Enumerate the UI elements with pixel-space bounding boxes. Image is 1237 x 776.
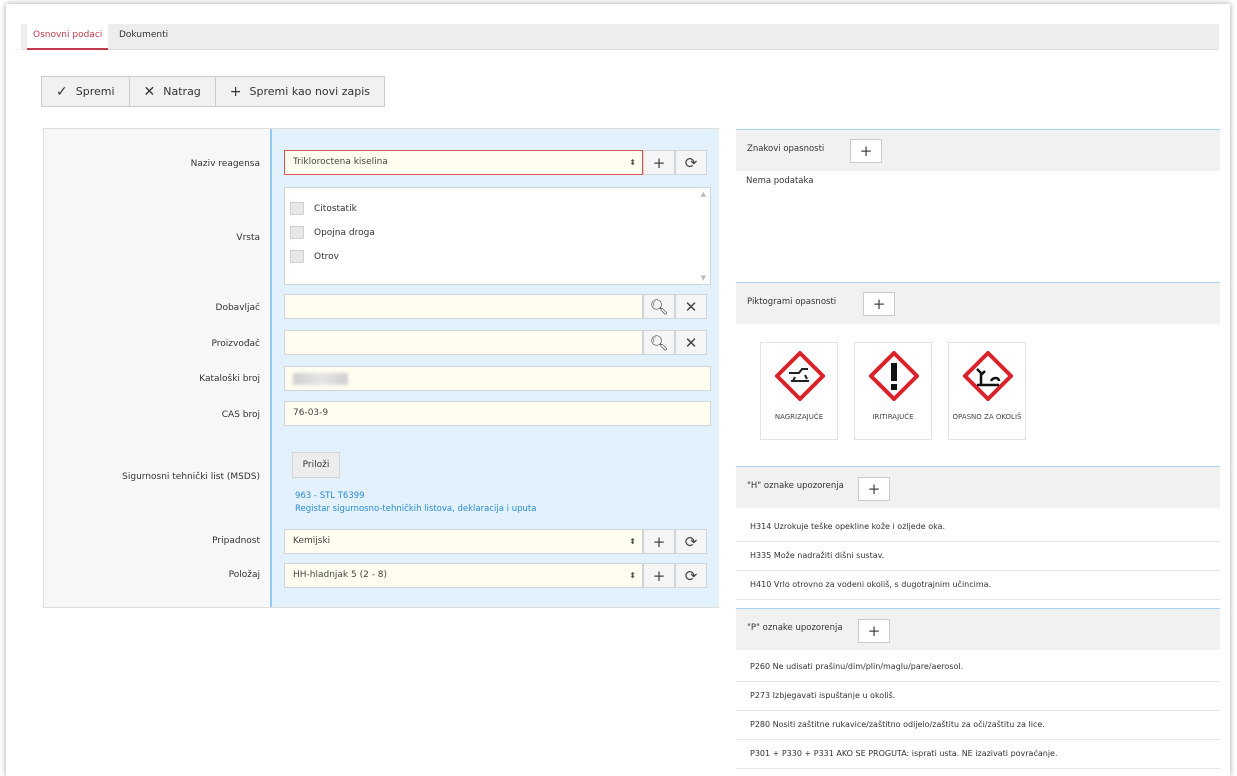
piktogrami-header: Piktogrami opasnosti + [736, 282, 1220, 324]
p-title: "P" oznake upozorenja [747, 623, 843, 633]
corrosive-icon [775, 351, 825, 401]
cas-input[interactable]: 76-03-9 [284, 401, 711, 426]
opojna-droga-label: Opojna droga [314, 228, 375, 238]
h-row: H335 Može nadražiti dišni sustav. [736, 542, 1220, 571]
back-label: Natrag [163, 85, 201, 98]
piktogrami-add-button[interactable]: + [863, 292, 895, 316]
pripadnost-select[interactable]: Kemijski ⬍ [284, 529, 643, 554]
proizvodac-label: Proizvođač [211, 339, 260, 349]
pictogram-label: OPASNO ZA OKOLIŠ [952, 413, 1022, 421]
znakovi-add-button[interactable]: + [850, 139, 882, 163]
search-icon: 🔍︎ [649, 297, 669, 316]
tab-dokumenti[interactable]: Dokumenti [113, 24, 174, 50]
p-row: P273 Izbjegavati ispuštanje u okoliš. [736, 682, 1220, 711]
p-add-button[interactable]: + [858, 619, 890, 643]
close-icon: ✕ [684, 297, 698, 316]
dobavljac-label: Dobavljač [215, 303, 260, 313]
proizvodac-search-button[interactable]: 🔍︎ [643, 330, 675, 355]
reagent-form-panel: Naziv reagensa Vrsta Dobavljač Proizvođa… [43, 128, 719, 608]
environment-icon [963, 351, 1013, 401]
plus-icon: + [229, 83, 242, 100]
naziv-select[interactable]: Trikloroctena kiselina ⬍ [284, 150, 643, 175]
pripadnost-value: Kemijski [293, 536, 331, 546]
znakovi-title: Znakovi opasnosti [747, 144, 825, 154]
dobavljac-search-button[interactable]: 🔍︎ [643, 294, 675, 319]
attach-button[interactable]: Priloži [292, 452, 340, 478]
scroll-down-icon[interactable]: ▼ [701, 274, 706, 282]
naziv-label: Naziv reagensa [190, 159, 260, 169]
naziv-refresh-button[interactable]: ⟳ [675, 150, 707, 175]
katalog-label: Kataloški broj [199, 374, 260, 384]
select-caret-icon: ⬍ [629, 537, 636, 546]
close-icon: ✕ [684, 333, 698, 352]
dobavljac-clear-button[interactable]: ✕ [675, 294, 707, 319]
back-button[interactable]: ✕ Natrag [130, 77, 216, 106]
msds-link[interactable]: 963 - STL T6399 [295, 491, 365, 501]
check-icon: ✓ [56, 83, 68, 100]
p-row: P301 + P330 + P331 AKO SE PROGUTA: ispra… [736, 740, 1220, 769]
h-title: "H" oznake upozorenja [747, 481, 844, 491]
dobavljac-input[interactable] [284, 294, 643, 319]
pictogram-environment: OPASNO ZA OKOLIŠ [948, 342, 1026, 440]
polozaj-add-button[interactable]: + [643, 563, 675, 588]
polozaj-refresh-button[interactable]: ⟳ [675, 563, 707, 588]
proizvodac-clear-button[interactable]: ✕ [675, 330, 707, 355]
pictogram-label: NAGRIZAJUĆE [774, 413, 824, 421]
save-button[interactable]: ✓ Spremi [42, 77, 130, 106]
exclamation-icon [869, 351, 919, 401]
proizvodac-input[interactable] [284, 330, 643, 355]
opojna-droga-checkbox[interactable] [290, 226, 304, 239]
select-caret-icon: ⬍ [629, 571, 636, 580]
pripadnost-add-button[interactable]: + [643, 529, 675, 554]
polozaj-label: Položaj [228, 570, 260, 580]
pripadnost-refresh-button[interactable]: ⟳ [675, 529, 707, 554]
redacted-value [293, 373, 348, 385]
h-header: "H" oznake upozorenja + [736, 466, 1220, 508]
pictogram-corrosive: NAGRIZAJUĆE [760, 342, 838, 440]
h-add-button[interactable]: + [858, 477, 890, 501]
toolbar: ✓ Spremi ✕ Natrag + Spremi kao novi zapis [41, 76, 386, 107]
katalog-input[interactable] [284, 366, 711, 391]
naziv-add-button[interactable]: + [643, 150, 675, 175]
znakovi-header: Znakovi opasnosti + [736, 129, 1220, 171]
h-row: H410 Vrlo otrovno za vodeni okoliš, s du… [736, 571, 1220, 600]
cas-label: CAS broj [221, 410, 260, 420]
citostatik-checkbox[interactable] [290, 202, 304, 215]
save-label: Spremi [75, 85, 115, 98]
polozaj-value: HH-hladnjak 5 (2 - 8) [293, 570, 388, 580]
cas-value: 76-03-9 [293, 408, 329, 418]
p-row: P280 Nositi zaštitne rukavice/zaštitno o… [736, 711, 1220, 740]
p-row: P260 Ne udisati prašinu/dim/plin/maglu/p… [736, 653, 1220, 682]
vrsta-label: Vrsta [236, 233, 260, 243]
form-fields: Trikloroctena kiselina ⬍ + ⟳ Citostatik O… [270, 129, 719, 607]
vrsta-listbox[interactable]: Citostatik Opojna droga Otrov ▲ ▼ [284, 187, 711, 285]
tab-osnovni-podaci[interactable]: Osnovni podaci [27, 24, 109, 50]
polozaj-select[interactable]: HH-hladnjak 5 (2 - 8) ⬍ [284, 563, 643, 588]
otrov-label: Otrov [314, 252, 339, 262]
h-row: H314 Uzrokuje teške opekline kože i ozlj… [736, 513, 1220, 542]
msds-label: Sigurnosni tehnički list (MSDS) [122, 472, 260, 482]
pripadnost-label: Pripadnost [212, 536, 260, 546]
search-icon: 🔍︎ [649, 333, 669, 352]
pictogram-irritant: IRITIRAJUĆE [854, 342, 932, 440]
citostatik-label: Citostatik [314, 204, 357, 214]
pictogram-label: IRITIRAJUĆE [872, 413, 914, 421]
p-header: "P" oznake upozorenja + [736, 608, 1220, 650]
no-data-text: Nema podataka [746, 176, 814, 186]
tab-bar: Osnovni podaci Dokumenti [21, 24, 1219, 50]
naziv-value: Trikloroctena kiselina [293, 157, 388, 167]
select-caret-icon: ⬍ [629, 158, 636, 167]
otrov-checkbox[interactable] [290, 250, 304, 263]
close-icon: ✕ [143, 83, 156, 100]
save-new-label: Spremi kao novi zapis [249, 85, 371, 98]
piktogrami-title: Piktogrami opasnosti [747, 297, 837, 307]
save-as-new-button[interactable]: + Spremi kao novi zapis [216, 77, 384, 106]
msds-register-link[interactable]: Registar sigurnosno-tehničkih listova, d… [295, 504, 536, 514]
form-labels: Naziv reagensa Vrsta Dobavljač Proizvođa… [44, 129, 270, 607]
scroll-up-icon[interactable]: ▲ [701, 190, 706, 198]
